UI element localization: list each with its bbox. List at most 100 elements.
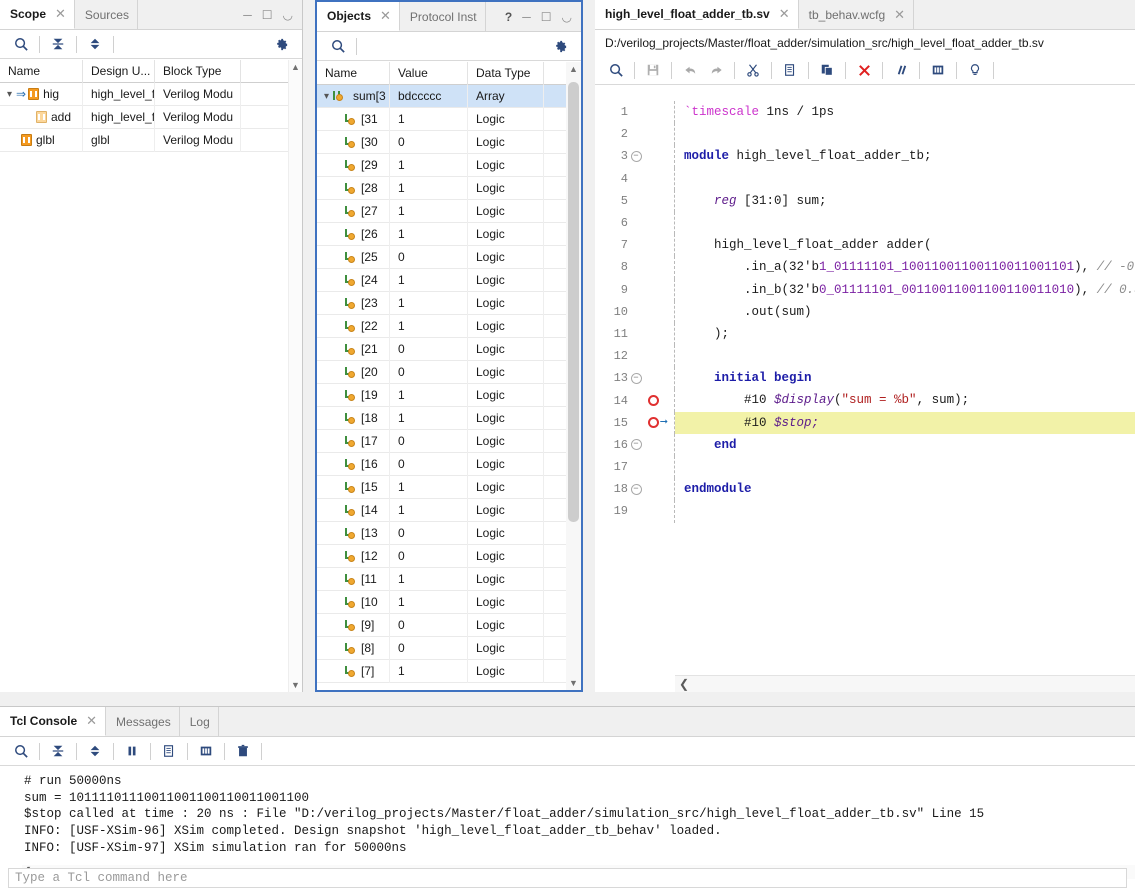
tcl-output[interactable]: # run 50000ns sum = 101111011100110011001… [0, 767, 1135, 867]
col-name[interactable]: Name [0, 60, 83, 83]
code-line[interactable]: 3− module high_level_float_adder_tb; [595, 145, 1135, 168]
breakpoint-marker[interactable] [644, 395, 674, 407]
close-icon[interactable]: ✕ [779, 6, 790, 22]
table-row[interactable]: ▾ ⇒ hig high_level_f Verilog Modu [0, 82, 302, 106]
pause-icon[interactable] [119, 739, 145, 763]
table-row[interactable]: [30 0 Logic [317, 130, 581, 154]
table-row[interactable]: [23 1 Logic [317, 291, 581, 315]
col-data-type[interactable]: Data Type [468, 62, 544, 85]
fold-toggle-icon[interactable]: − [628, 372, 644, 384]
delete-icon[interactable] [851, 58, 877, 82]
search-icon[interactable] [325, 34, 351, 58]
close-icon[interactable]: ✕ [380, 8, 391, 24]
code-line[interactable]: 16− end [595, 433, 1135, 456]
col-name[interactable]: Name [317, 62, 390, 85]
code-line[interactable]: 17 [595, 456, 1135, 479]
float-icon[interactable]: ◡ [283, 9, 293, 21]
code-line[interactable]: 2 [595, 123, 1135, 146]
settings-gear-icon[interactable] [268, 32, 294, 56]
chevron-down-icon[interactable]: ▾ [3, 83, 16, 106]
table-row[interactable]: [31 1 Logic [317, 107, 581, 131]
table-row[interactable]: [27 1 Logic [317, 199, 581, 223]
code-line[interactable]: 6 [595, 211, 1135, 235]
code-line[interactable]: 8 .in_a(32'b1_01111101_10011001100110011… [595, 256, 1135, 279]
code-line[interactable]: 18− endmodule [595, 478, 1135, 501]
col-design-unit[interactable]: Design U... [83, 60, 155, 83]
table-row[interactable]: [11 1 Logic [317, 567, 581, 591]
tab-protocol-inst[interactable]: Protocol Inst [400, 2, 486, 31]
code-line[interactable]: 10 .out(sum) [595, 300, 1135, 323]
code-line[interactable]: 4 [595, 167, 1135, 190]
tab-log[interactable]: Log [180, 707, 219, 736]
col-block-type[interactable]: Block Type [155, 60, 241, 83]
scroll-down-icon[interactable]: ▼ [289, 678, 302, 692]
table-row[interactable]: [14 1 Logic [317, 498, 581, 522]
close-icon[interactable]: ✕ [894, 7, 905, 23]
table-row[interactable]: [24 1 Logic [317, 268, 581, 292]
code-editor[interactable]: 1 `timescale 1ns / 1ps 2 3− module high_leve… [595, 101, 1135, 668]
expand-all-icon[interactable] [82, 32, 108, 56]
paste-icon[interactable] [814, 58, 840, 82]
columns-icon[interactable] [925, 58, 951, 82]
table-row[interactable]: ▾ sum[3 bdccccc Array [317, 84, 581, 108]
close-icon[interactable]: ✕ [55, 6, 66, 22]
code-line[interactable]: 12 [595, 345, 1135, 368]
tab-scope[interactable]: Scope ✕ [0, 0, 75, 29]
scroll-up-icon[interactable]: ▲ [289, 60, 302, 74]
scroll-down-icon[interactable]: ▼ [566, 676, 581, 690]
table-row[interactable]: add high_level_f Verilog Modu [0, 105, 302, 129]
code-line[interactable]: 5 reg [31:0] sum; [595, 189, 1135, 212]
search-icon[interactable] [8, 32, 34, 56]
tcl-command-input[interactable]: Type a Tcl command here [8, 868, 1127, 888]
cut-icon[interactable] [740, 58, 766, 82]
minimize-icon[interactable]: ─ [522, 11, 531, 23]
fold-toggle-icon[interactable]: − [628, 439, 644, 451]
chevron-down-icon[interactable]: ▾ [320, 85, 333, 108]
scroll-up-icon[interactable]: ▲ [566, 62, 581, 76]
table-row[interactable]: [25 0 Logic [317, 245, 581, 269]
help-icon[interactable]: ? [505, 11, 512, 23]
table-row[interactable]: [7] 1 Logic [317, 659, 581, 683]
table-row[interactable]: glbl glbl Verilog Modu [0, 128, 302, 152]
scroll-left-icon[interactable]: ❮ [675, 677, 689, 691]
comment-icon[interactable] [888, 58, 914, 82]
table-row[interactable]: [15 1 Logic [317, 475, 581, 499]
tab-tcl-console[interactable]: Tcl Console ✕ [0, 707, 107, 736]
settings-gear-icon[interactable] [547, 34, 573, 58]
scope-vertical-scrollbar[interactable]: ▲ ▼ [288, 60, 302, 692]
table-row[interactable]: [9] 0 Logic [317, 613, 581, 637]
close-icon[interactable]: ✕ [86, 713, 97, 729]
tab-sources[interactable]: Sources [75, 0, 138, 29]
col-value[interactable]: Value [390, 62, 468, 85]
code-line[interactable]: 9 .in_b(32'b0_01111101_00110011001100110… [595, 278, 1135, 301]
table-row[interactable]: [22 1 Logic [317, 314, 581, 338]
editor-horizontal-scrollbar[interactable]: ❮ [675, 675, 1135, 692]
collapse-all-icon[interactable] [45, 739, 71, 763]
table-row[interactable]: [8] 0 Logic [317, 636, 581, 660]
fold-toggle-icon[interactable]: − [628, 150, 644, 162]
table-row[interactable]: [13 0 Logic [317, 521, 581, 545]
maximize-icon[interactable]: ☐ [541, 11, 552, 23]
hint-bulb-icon[interactable] [962, 58, 988, 82]
table-row[interactable]: [26 1 Logic [317, 222, 581, 246]
table-row[interactable]: [28 1 Logic [317, 176, 581, 200]
minimize-icon[interactable]: ─ [243, 9, 252, 21]
float-icon[interactable]: ◡ [562, 11, 572, 23]
clear-trash-icon[interactable] [230, 739, 256, 763]
copy-icon[interactable] [777, 58, 803, 82]
maximize-icon[interactable]: ☐ [262, 9, 273, 21]
scrollbar-thumb[interactable] [568, 82, 579, 522]
expand-all-icon[interactable] [82, 739, 108, 763]
table-row[interactable]: [19 1 Logic [317, 383, 581, 407]
table-row[interactable]: [21 0 Logic [317, 337, 581, 361]
tab-objects[interactable]: Objects ✕ [317, 2, 400, 31]
tab-source-file[interactable]: high_level_float_adder_tb.sv ✕ [595, 0, 799, 29]
table-row[interactable]: [10 1 Logic [317, 590, 581, 614]
copy-icon[interactable] [156, 739, 182, 763]
code-line[interactable]: 11 ); [595, 322, 1135, 346]
table-row[interactable]: [20 0 Logic [317, 360, 581, 384]
objects-vertical-scrollbar[interactable]: ▲ ▼ [566, 62, 581, 690]
tab-waveform-config[interactable]: tb_behav.wcfg ✕ [799, 0, 915, 29]
code-line[interactable]: 15 ➞ #10 $stop; [595, 411, 1135, 434]
table-row[interactable]: [12 0 Logic [317, 544, 581, 568]
